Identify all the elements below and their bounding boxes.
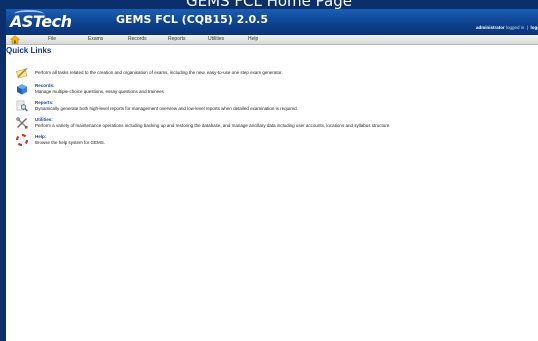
menu-file[interactable]: File <box>48 36 56 43</box>
menu-exams[interactable]: Exams <box>88 36 103 43</box>
user-name: administrator <box>475 25 505 30</box>
help-lifebuoy-icon <box>16 134 28 146</box>
login-status: logged in <box>506 25 525 30</box>
quick-link-records-description: Manage multiple-choice questions, essay … <box>35 89 164 94</box>
app-title: GEMS FCL (CQB15) 2.0.5 <box>116 13 268 26</box>
app-window: ASTech GEMS FCL (CQB15) 2.0.5 administra… <box>6 9 538 341</box>
utilities-tools-icon <box>16 117 28 129</box>
menu-utilities[interactable]: Utilities <box>208 36 224 43</box>
reports-magnifier-icon <box>16 100 28 112</box>
quick-link-reports-description: Dynamically generate both high-level rep… <box>35 106 298 111</box>
slide-title: GEMS FCL Home Page <box>186 0 352 10</box>
quick-links-title: Quick Links <box>6 46 52 55</box>
quick-link-exams-description: Perform all tasks related to the creatio… <box>35 70 283 75</box>
user-separator: | <box>526 25 528 30</box>
user-info: administrator logged in | logo <box>476 25 538 30</box>
quick-link-utilities-description: Perform a variety of maintenance operati… <box>35 123 391 128</box>
menu-help[interactable]: Help <box>248 36 258 43</box>
exam-pencil-icon <box>16 67 28 79</box>
records-cube-icon <box>17 84 27 95</box>
app-header: ASTech GEMS FCL (CQB15) 2.0.5 administra… <box>6 9 538 35</box>
menu-reports[interactable]: Reports <box>168 36 186 43</box>
home-icon[interactable] <box>10 35 20 44</box>
menu-bar: File Exams Records Reports Utilities Hel… <box>6 35 538 45</box>
astech-logo: ASTech <box>10 12 72 31</box>
quick-link-help-description: Browse the help system for GEMS. <box>35 140 106 145</box>
logout-link[interactable]: logo <box>531 25 538 30</box>
menu-records[interactable]: Records <box>128 36 147 43</box>
